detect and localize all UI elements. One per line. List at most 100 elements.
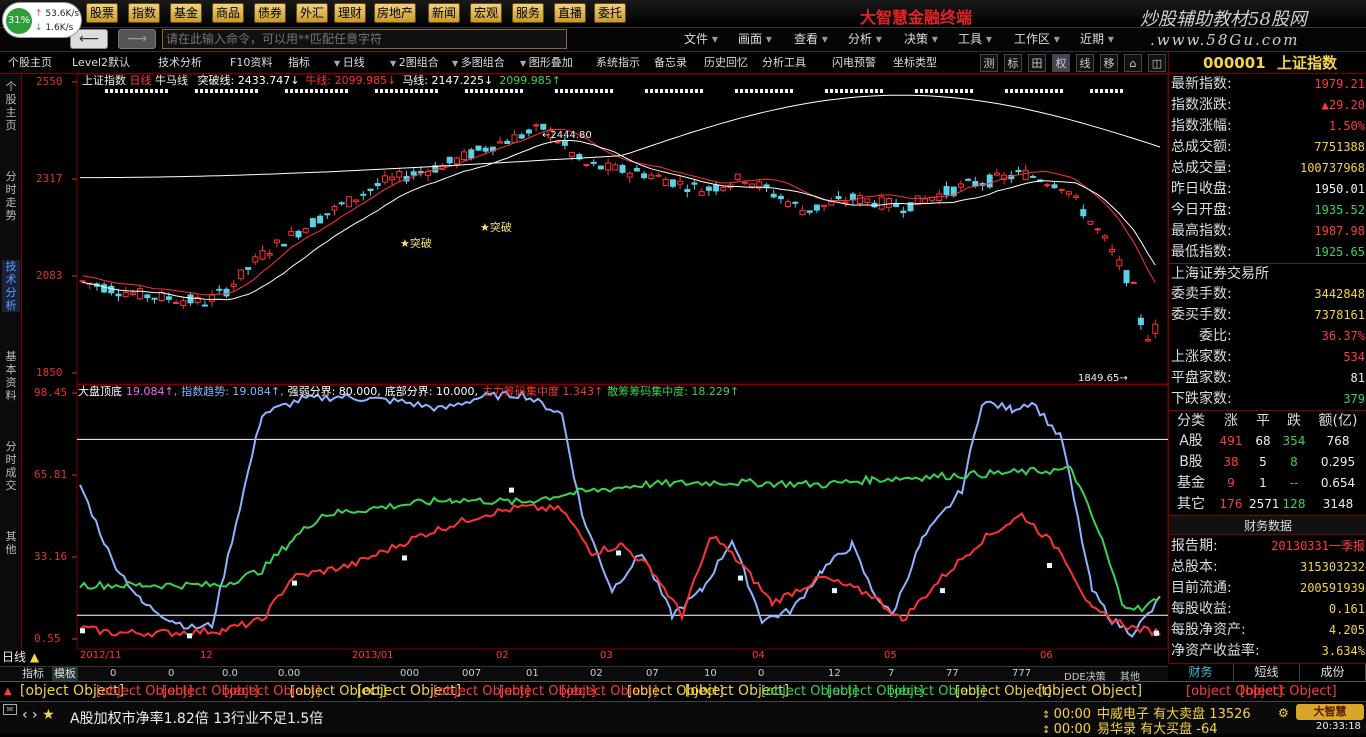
bottom-legend-1: 19.084↑, <box>126 385 178 398</box>
candle-body <box>1094 228 1101 231</box>
panel-tab-1[interactable]: 短线 <box>1234 664 1300 681</box>
x-number-5: 007 <box>462 668 482 679</box>
breakout-label-2: ★突破 <box>480 221 512 234</box>
menu-7[interactable]: 近期 ▾ <box>1080 31 1114 47</box>
period-tab-day[interactable]: 日线 ▲ <box>0 650 70 665</box>
signal-dot <box>970 89 973 93</box>
top-button-0[interactable]: 股票 <box>86 3 118 23</box>
left-tab-0[interactable]: 个股主页 <box>2 80 20 132</box>
forward-button[interactable]: ⟶ <box>118 29 156 49</box>
toolbar-item-7[interactable]: ▼ 多图组合 <box>452 55 505 71</box>
toolbar-item-8[interactable]: ▼ 图形叠加 <box>520 55 573 71</box>
left-tab-3[interactable]: 基本资料 <box>2 350 20 402</box>
breadth-th: 额(亿) <box>1318 413 1358 429</box>
top-button-9[interactable]: 宏观 <box>470 3 502 23</box>
bottom-legend-3: 强弱分界: 80.000, <box>287 385 381 398</box>
toolbar-icon-1[interactable]: 标 <box>1004 54 1022 72</box>
panel-tab-0[interactable]: 财务 <box>1168 664 1234 681</box>
nav-bar: ⟵ ⟶ 文件 ▾画面 ▾查看 ▾分析 ▾决策 ▾工具 ▾工作区 ▾近期 ▾ .w… <box>0 28 1366 52</box>
quote-row: 上涨家数: 534 <box>1169 347 1366 368</box>
toolbar-icon-6[interactable]: ⌂ <box>1124 54 1142 72</box>
signal-dot <box>610 89 613 93</box>
top-legend-2: 马线: 2147.225↓ <box>402 74 494 87</box>
x-axis: 2012/11 12 2013/01 02 03 04 05 06 <box>22 650 1168 664</box>
toolbar-icon-7[interactable]: ◫ <box>1148 54 1166 72</box>
top-button-6[interactable]: 理财 <box>334 3 366 23</box>
mail-icon[interactable]: ✉ <box>3 704 17 715</box>
nav-arrows-icon[interactable]: ‹ › ★ <box>22 707 55 723</box>
top-button-5[interactable]: 外汇 <box>296 3 328 23</box>
top-button-1[interactable]: 指数 <box>128 3 160 23</box>
top-button-8[interactable]: 新闻 <box>428 3 460 23</box>
toolbar-item-9[interactable]: 系统指示 <box>596 55 640 71</box>
alert-arrow-icon: ↕ <box>1042 725 1054 736</box>
ticker-item[interactable]: [object Object] <box>1038 682 1142 701</box>
candle-body <box>828 201 835 206</box>
menu-0[interactable]: 文件 ▾ <box>684 31 718 47</box>
toolbar-icon-0[interactable]: 测 <box>980 54 998 72</box>
toolbar-icon-3[interactable]: 权 <box>1052 54 1070 72</box>
menu-3[interactable]: 分析 ▾ <box>848 31 882 47</box>
candle-body <box>410 171 417 176</box>
left-tab-4[interactable]: 分时成交 <box>2 440 20 492</box>
left-tab-5[interactable]: 其他 <box>2 530 20 556</box>
toolbar-label: 多图组合 <box>460 56 505 69</box>
finance-label: 报告期: <box>1171 538 1218 554</box>
toolbar-item-13[interactable]: 闪电预警 <box>832 55 876 71</box>
exchange-name: 上海证券交易所 <box>1169 263 1366 284</box>
toolbar-item-2[interactable]: 技术分析 <box>158 55 202 71</box>
candle-body <box>360 193 367 196</box>
toolbar-item-4[interactable]: 指标 <box>288 55 310 71</box>
panel-tab-2[interactable]: 成份 <box>1300 664 1366 681</box>
top-button-4[interactable]: 债券 <box>254 3 286 23</box>
alert-bell-icon[interactable]: ⚙ <box>1278 706 1289 720</box>
menu-4[interactable]: 决策 ▾ <box>904 31 938 47</box>
toolbar-icon-2[interactable]: 田 <box>1028 54 1046 72</box>
quote-label: 最低指数: <box>1171 244 1232 260</box>
left-tab-1[interactable]: 分时走势 <box>2 170 20 222</box>
toolbar-item-12[interactable]: 分析工具 <box>762 55 806 71</box>
menu-1[interactable]: 画面 ▾ <box>738 31 772 47</box>
toolbar-item-11[interactable]: 历史回忆 <box>704 55 748 71</box>
toolbar-item-3[interactable]: F10资料 <box>230 55 272 71</box>
top-button-2[interactable]: 基金 <box>170 3 202 23</box>
top-button-10[interactable]: 服务 <box>512 3 544 23</box>
top-button-3[interactable]: 商品 <box>212 3 244 23</box>
candle-body <box>569 151 576 157</box>
quote-row: 最低指数: 1925.65 <box>1169 242 1366 263</box>
news-message[interactable]: A股加权市净率1.82倍 13行业不足1.5倍 <box>70 708 323 728</box>
top-button-7[interactable]: 房地产 <box>374 3 416 23</box>
top-legend-3: 2099.985↑ <box>499 74 561 87</box>
menu-2[interactable]: 查看 ▾ <box>794 31 828 47</box>
toolbar-item-0[interactable]: 个股主页 <box>8 55 52 71</box>
toolbar-item-5[interactable]: ▼ 日线 <box>334 55 365 71</box>
signal-dot <box>415 89 418 93</box>
finance-label: 每股收益: <box>1171 601 1232 617</box>
candle-body <box>144 294 151 299</box>
toolbar-icon-5[interactable]: 移 <box>1100 54 1118 72</box>
command-search-input[interactable] <box>162 29 567 49</box>
left-tab-2[interactable]: 技术分析 <box>2 260 20 312</box>
tab-indicator[interactable]: 指标 <box>22 667 44 681</box>
alert-item[interactable]: ↕ 00:00 易华录 有大买盘 -64 <box>1042 718 1218 737</box>
candle-body <box>1145 339 1152 342</box>
tab-template[interactable]: 模板 <box>52 667 78 681</box>
top-button-11[interactable]: 直播 <box>554 3 586 23</box>
toolbar-item-14[interactable]: 坐标类型 <box>893 55 937 71</box>
candle-body <box>209 294 216 302</box>
toolbar-icon-4[interactable]: 线 <box>1076 54 1094 72</box>
toolbar-item-10[interactable]: 备忘录 <box>654 55 687 71</box>
toolbar-item-6[interactable]: ▼ 2图组合 <box>390 55 439 71</box>
candle-body <box>288 231 295 236</box>
signal-dot <box>255 89 258 93</box>
toolbar-item-1[interactable]: Level2默认 <box>72 55 130 71</box>
menu-6[interactable]: 工作区 ▾ <box>1014 31 1060 47</box>
top-button-12[interactable]: 委托 <box>594 3 626 23</box>
toolbar-label: 指标 <box>288 56 310 69</box>
candle-body <box>1044 184 1051 187</box>
finance-value: 3.634% <box>1321 644 1365 658</box>
signal-dot <box>745 89 748 93</box>
menu-5[interactable]: 工具 ▾ <box>958 31 992 47</box>
candle-body <box>281 243 288 247</box>
signal-dot <box>490 89 493 93</box>
